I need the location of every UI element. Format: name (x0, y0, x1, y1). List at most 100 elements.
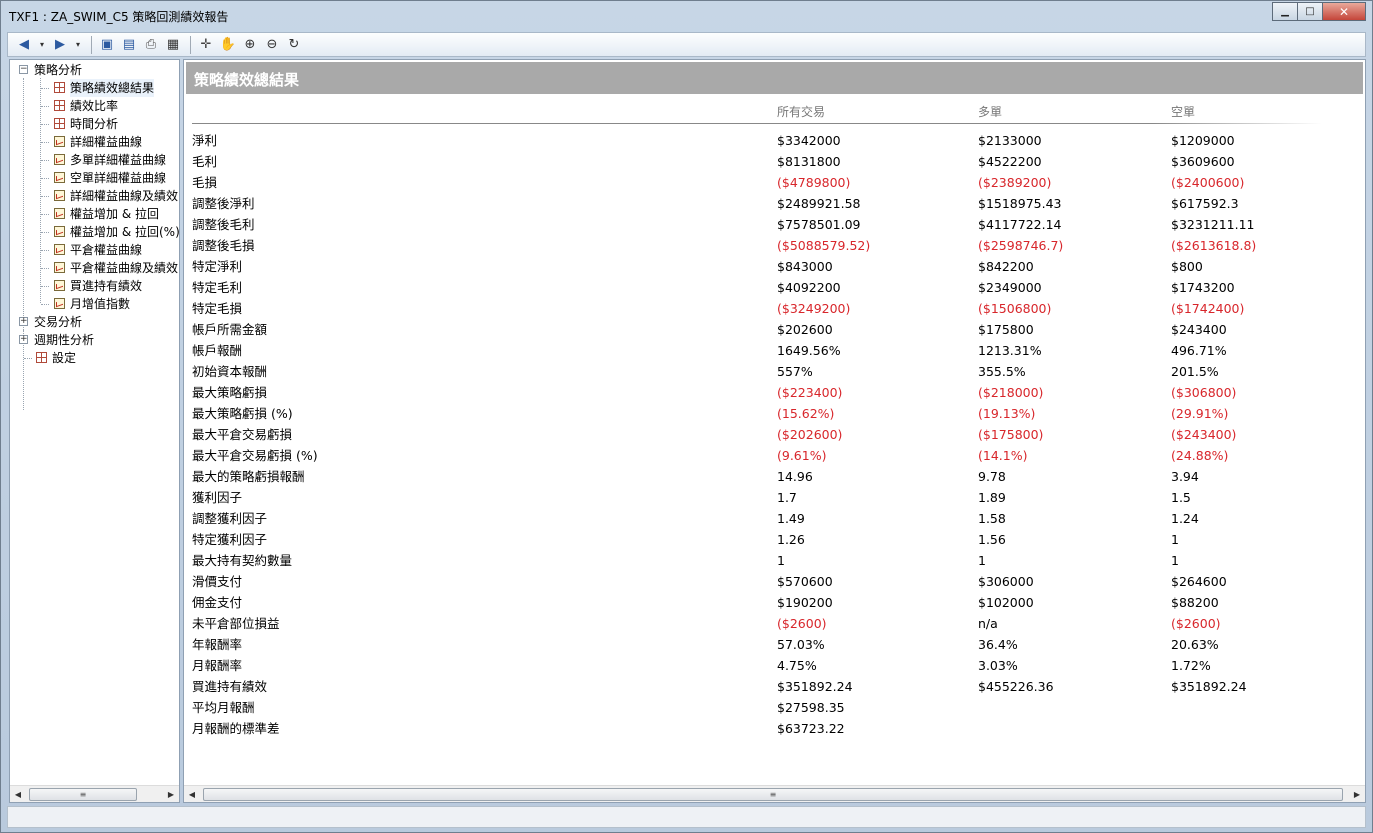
tree-item[interactable]: 平倉權益曲線及績效 (10, 259, 179, 277)
metric-label: 毛利 (192, 154, 218, 169)
metric-value: 355.5% (978, 364, 1026, 379)
zoom-out-icon[interactable]: ⊖ (262, 35, 282, 55)
metric-value: ($2389200) (978, 175, 1052, 190)
table-row: 調整後毛損 ($5088579.52) ($2598746.7) ($2613618.… (184, 235, 1354, 256)
metric-value: 1649.56% (777, 343, 841, 358)
tree-item[interactable]: 權益增加 & 拉回(%) (10, 223, 179, 241)
metric-value: $264600 (1171, 574, 1227, 589)
expand-icon[interactable]: + (19, 335, 28, 344)
tree-connector (41, 178, 49, 179)
title-bar[interactable]: TXF1 : ZA_SWIM_C5 策略回測績效報告 ▁ □ ✕ (1, 1, 1372, 31)
scroll-track[interactable]: ≡ (200, 787, 1349, 802)
save-icon[interactable]: ▣ (97, 35, 117, 55)
metric-value: 1.58 (978, 511, 1006, 526)
scroll-right-icon[interactable]: ▶ (163, 786, 179, 802)
table-row: 毛損 ($4789800) ($2389200) ($2400600) (184, 172, 1354, 193)
report-title: 策略績效總結果 (194, 71, 300, 89)
back-icon[interactable]: ◀ (14, 35, 34, 55)
tree-item[interactable]: 詳細權益曲線 (10, 133, 179, 151)
metric-value: 1213.31% (978, 343, 1042, 358)
tree-item[interactable]: 買進持有績效 (10, 277, 179, 295)
preview-icon[interactable]: ▤ (119, 35, 139, 55)
tree-item-label: 買進持有績效 (70, 279, 143, 293)
tree-item[interactable]: 詳細權益曲線及績效 (10, 187, 179, 205)
minimize-button[interactable]: ▁ (1272, 2, 1298, 21)
tree-item[interactable]: 設定 (10, 349, 179, 367)
metric-value: 557% (777, 364, 813, 379)
toolbar-separator (190, 35, 191, 54)
scroll-thumb[interactable]: ≡ (29, 787, 137, 801)
metric-value: ($202600) (777, 427, 843, 442)
metric-value: 201.5% (1171, 364, 1219, 379)
close-button[interactable]: ✕ (1322, 2, 1366, 21)
tree-item[interactable]: 績效比率 (10, 97, 179, 115)
metric-value: $3342000 (777, 133, 841, 148)
metric-label: 調整後毛損 (192, 238, 255, 253)
tree-item[interactable]: 平倉權益曲線 (10, 241, 179, 259)
refresh-icon[interactable]: ↻ (284, 35, 304, 55)
tree-connector (41, 250, 49, 251)
metric-label: 佣金支付 (192, 595, 243, 610)
tree-item[interactable]: 權益增加 & 拉回 (10, 205, 179, 223)
tree-item-label: 交易分析 (34, 315, 83, 329)
scroll-right-icon[interactable]: ▶ (1349, 786, 1365, 802)
metric-value: $3609600 (1171, 154, 1235, 169)
table-icon[interactable]: ▦ (163, 35, 183, 55)
print-icon[interactable]: ⎙ (141, 35, 161, 55)
tree-item[interactable]: − 策略分析 (10, 61, 179, 79)
metric-label: 毛損 (192, 175, 218, 190)
tree-item[interactable]: + 交易分析 (10, 313, 179, 331)
metric-value: $617592.3 (1171, 196, 1239, 211)
tree-connector (41, 286, 49, 287)
metric-value: $8131800 (777, 154, 841, 169)
scroll-left-icon[interactable]: ◀ (10, 786, 26, 802)
tree-item[interactable]: 月增值指數 (10, 295, 179, 313)
table-row: 調整獲利因子 1.49 1.58 1.24 (184, 508, 1354, 529)
tree-item-label: 權益增加 & 拉回(%) (70, 225, 179, 239)
forward-icon[interactable]: ▶ (50, 35, 70, 55)
tree-connector (41, 214, 49, 215)
tree-item-label: 詳細權益曲線 (70, 135, 143, 149)
hand-icon[interactable]: ✋ (218, 35, 238, 55)
report-horizontal-scrollbar[interactable]: ◀ ≡ ▶ (184, 785, 1365, 802)
scroll-thumb[interactable]: ≡ (203, 787, 1343, 801)
metric-value: 9.78 (978, 469, 1006, 484)
metric-value: $2489921.58 (777, 196, 861, 211)
tree-item[interactable]: + 週期性分析 (10, 331, 179, 349)
window-title: TXF1 : ZA_SWIM_C5 策略回測績效報告 (9, 10, 229, 24)
metric-value: 1.26 (777, 532, 805, 547)
collapse-icon[interactable]: − (19, 65, 28, 74)
metric-label: 最大平倉交易虧損 (192, 427, 293, 442)
back-dropdown-icon[interactable]: ▾ (36, 35, 48, 55)
expand-icon[interactable]: + (19, 317, 28, 326)
metric-value: $190200 (777, 595, 833, 610)
metric-label: 月報酬率 (192, 658, 243, 673)
metric-value: $1743200 (1171, 280, 1235, 295)
tree-horizontal-scrollbar[interactable]: ◀ ≡ ▶ (10, 785, 179, 802)
scroll-track[interactable]: ≡ (26, 787, 163, 802)
line-chart-icon (54, 154, 65, 165)
metric-value: $63723.22 (777, 721, 845, 736)
tree-item-label: 績效比率 (70, 99, 119, 113)
metric-value: 20.63% (1171, 637, 1219, 652)
metric-value: $4117722.14 (978, 217, 1062, 232)
table-row: 買進持有績效 $351892.24 $455226.36 $351892.24 (184, 676, 1354, 697)
metric-label: 特定毛損 (192, 301, 243, 316)
forward-dropdown-icon[interactable]: ▾ (72, 35, 84, 55)
tree-item[interactable]: 策略績效總結果 (10, 79, 179, 97)
metric-value: 1.5 (1171, 490, 1191, 505)
scroll-left-icon[interactable]: ◀ (184, 786, 200, 802)
table-row: 調整後毛利 $7578501.09 $4117722.14 $3231211.11 (184, 214, 1354, 235)
tree-item[interactable]: 空單詳細權益曲線 (10, 169, 179, 187)
toolbar: ◀ ▾ ▶ ▾ ▣ ▤ ⎙ ▦ ✛ ✋ ⊕ ⊖ ↻ (7, 32, 1366, 57)
metric-value: $175800 (978, 322, 1034, 337)
crosshair-icon[interactable]: ✛ (196, 35, 216, 55)
zoom-in-icon[interactable]: ⊕ (240, 35, 260, 55)
metric-label: 調整後淨利 (192, 196, 255, 211)
tree-item[interactable]: 多單詳細權益曲線 (10, 151, 179, 169)
table-row: 毛利 $8131800 $4522200 $3609600 (184, 151, 1354, 172)
metric-label: 最大平倉交易虧損 (%) (192, 448, 318, 463)
tree-item[interactable]: 時間分析 (10, 115, 179, 133)
metric-value: $351892.24 (1171, 679, 1247, 694)
maximize-button[interactable]: □ (1297, 2, 1323, 21)
